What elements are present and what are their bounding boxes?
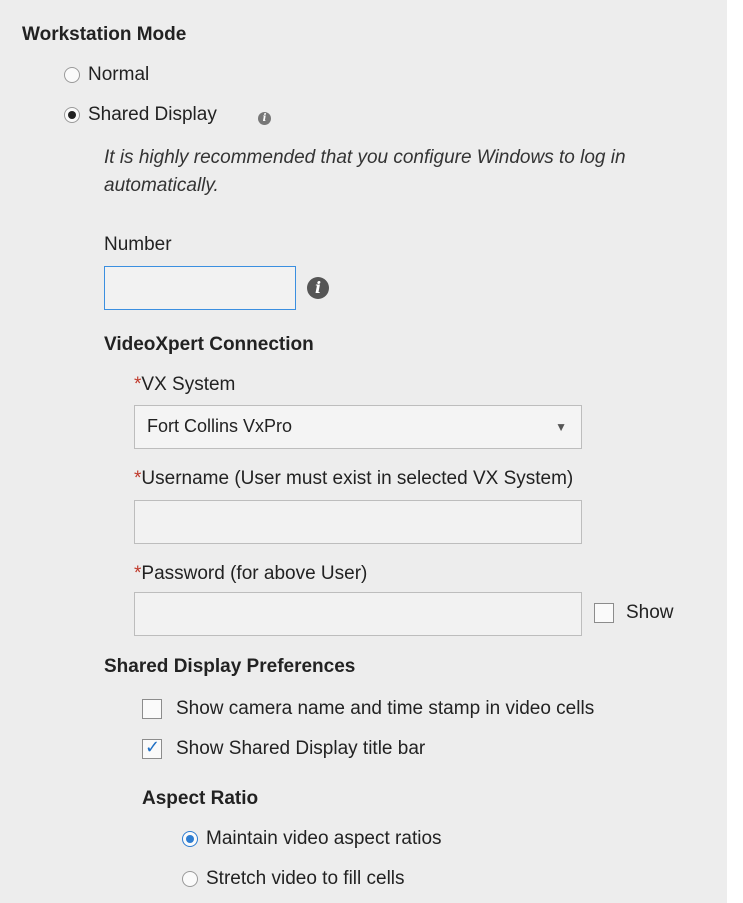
radio-stretch-video-label[interactable]: Stretch video to fill cells	[206, 868, 405, 890]
vx-system-label-text: VX System	[141, 374, 236, 395]
password-label-text: Password (for above User)	[141, 563, 368, 584]
radio-maintain-aspect-label[interactable]: Maintain video aspect ratios	[206, 828, 442, 850]
aspect-ratio-heading: Aspect Ratio	[142, 788, 259, 809]
username-input[interactable]	[134, 500, 582, 544]
radio-stretch-video[interactable]	[182, 871, 198, 887]
password-input[interactable]	[134, 592, 582, 636]
username-label-text: Username (User must exist in selected VX…	[141, 468, 574, 489]
vx-system-label: *VX System	[134, 374, 235, 396]
settings-panel: Workstation Mode Normal Shared Display i…	[0, 0, 727, 903]
vx-system-select[interactable]: Fort Collins VxPro ▼	[134, 405, 582, 449]
radio-shared-display-label[interactable]: Shared Display	[88, 104, 217, 126]
auto-login-notice: It is highly recommended that you config…	[104, 147, 626, 196]
show-title-bar-label[interactable]: Show Shared Display title bar	[176, 738, 425, 760]
checkmark-icon: ✓	[145, 737, 161, 757]
number-info-icon[interactable]: i	[307, 277, 329, 299]
shared-display-preferences-heading: Shared Display Preferences	[104, 656, 356, 677]
number-label: Number	[104, 234, 172, 255]
show-camera-name-label[interactable]: Show camera name and time stamp in video…	[176, 698, 594, 720]
number-input[interactable]	[104, 266, 296, 310]
vx-system-value: Fort Collins VxPro	[147, 416, 293, 436]
show-password-label[interactable]: Show	[626, 602, 674, 624]
workstation-mode-heading: Workstation Mode	[22, 24, 187, 45]
chevron-down-icon: ▼	[555, 420, 567, 434]
radio-shared-display[interactable]	[64, 107, 80, 123]
shared-display-info-icon[interactable]: i	[258, 112, 271, 125]
password-label: *Password (for above User)	[134, 563, 367, 585]
show-title-bar-checkbox[interactable]: ✓	[142, 737, 162, 759]
show-password-checkbox[interactable]	[594, 603, 614, 623]
radio-maintain-aspect[interactable]	[182, 831, 198, 847]
show-camera-name-checkbox[interactable]	[142, 699, 162, 719]
username-label: *Username (User must exist in selected V…	[134, 468, 573, 490]
radio-normal[interactable]	[64, 67, 80, 83]
radio-normal-label[interactable]: Normal	[88, 64, 149, 86]
videoxpert-connection-heading: VideoXpert Connection	[104, 334, 314, 355]
